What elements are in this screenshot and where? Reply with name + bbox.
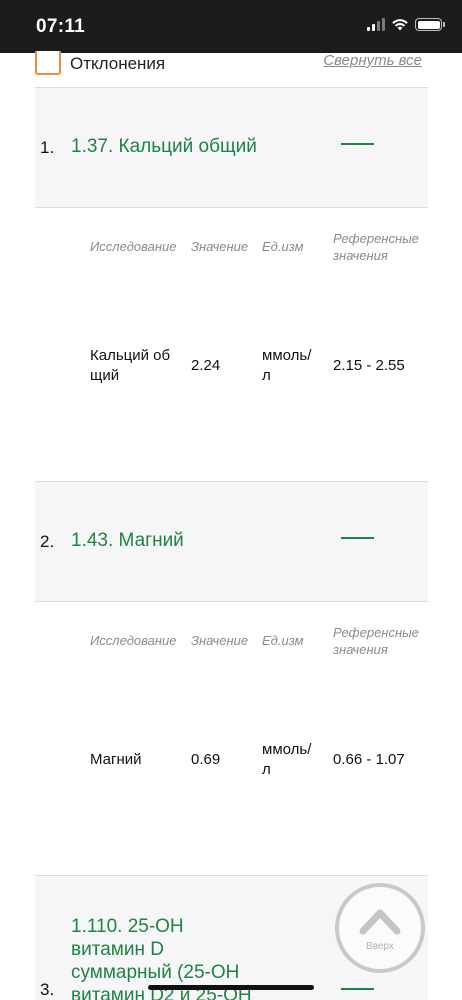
- column-header-value: Значение: [191, 239, 249, 254]
- collapse-all-link[interactable]: Свернуть все: [323, 52, 422, 69]
- status-bar: 07:11: [0, 0, 462, 53]
- status-dash-icon: [341, 143, 374, 145]
- column-header-reference: Референсные значения: [333, 231, 419, 263]
- deviations-checkbox[interactable]: [35, 51, 61, 75]
- result-value: 0.69: [191, 751, 221, 768]
- result-study: Магний: [90, 751, 142, 768]
- home-indicator: [148, 985, 314, 990]
- column-header-reference: Референсные значения: [333, 625, 419, 657]
- section-number: 2.: [40, 532, 55, 551]
- status-icons: [367, 18, 445, 31]
- filter-row: Отклонения Свернуть все: [0, 51, 462, 88]
- signal-icon: [367, 18, 385, 31]
- deviations-label: Отклонения: [70, 54, 166, 73]
- wifi-icon: [392, 19, 408, 31]
- section-number: 1.: [40, 138, 55, 157]
- battery-icon: [415, 18, 445, 31]
- section-details-2: Исследование Значение Ед.изм Референсные…: [35, 602, 428, 876]
- result-unit: ммоль/ л: [262, 347, 312, 384]
- chevron-up-icon: [359, 909, 401, 935]
- section-number: 3.: [40, 980, 55, 999]
- section-title: 1.43. Магний: [71, 530, 184, 551]
- column-header-study: Исследование: [90, 239, 177, 254]
- result-reference: 0.66 - 1.07: [333, 751, 405, 768]
- result-reference: 2.15 - 2.55: [333, 357, 405, 374]
- section-header-2[interactable]: 2. 1.43. Магний: [35, 482, 428, 602]
- result-value: 2.24: [191, 357, 221, 374]
- result-study: Кальций об щий: [90, 347, 171, 384]
- section-details-1: Исследование Значение Ед.изм Референсные…: [35, 208, 428, 482]
- column-header-unit: Ед.изм: [262, 633, 304, 648]
- scroll-to-top-label: Вверх: [366, 941, 394, 952]
- column-header-unit: Ед.изм: [262, 239, 304, 254]
- section-title: 1.37. Кальций общий: [71, 136, 257, 157]
- column-header-value: Значение: [191, 633, 249, 648]
- status-dash-icon: [341, 537, 374, 539]
- section-header-1[interactable]: 1. 1.37. Кальций общий: [35, 88, 428, 208]
- scroll-to-top-button[interactable]: Вверх: [335, 883, 425, 973]
- result-unit: ммоль/ л: [262, 741, 312, 778]
- status-time: 07:11: [36, 16, 86, 37]
- status-dash-icon: [341, 988, 374, 990]
- column-header-study: Исследование: [90, 633, 177, 648]
